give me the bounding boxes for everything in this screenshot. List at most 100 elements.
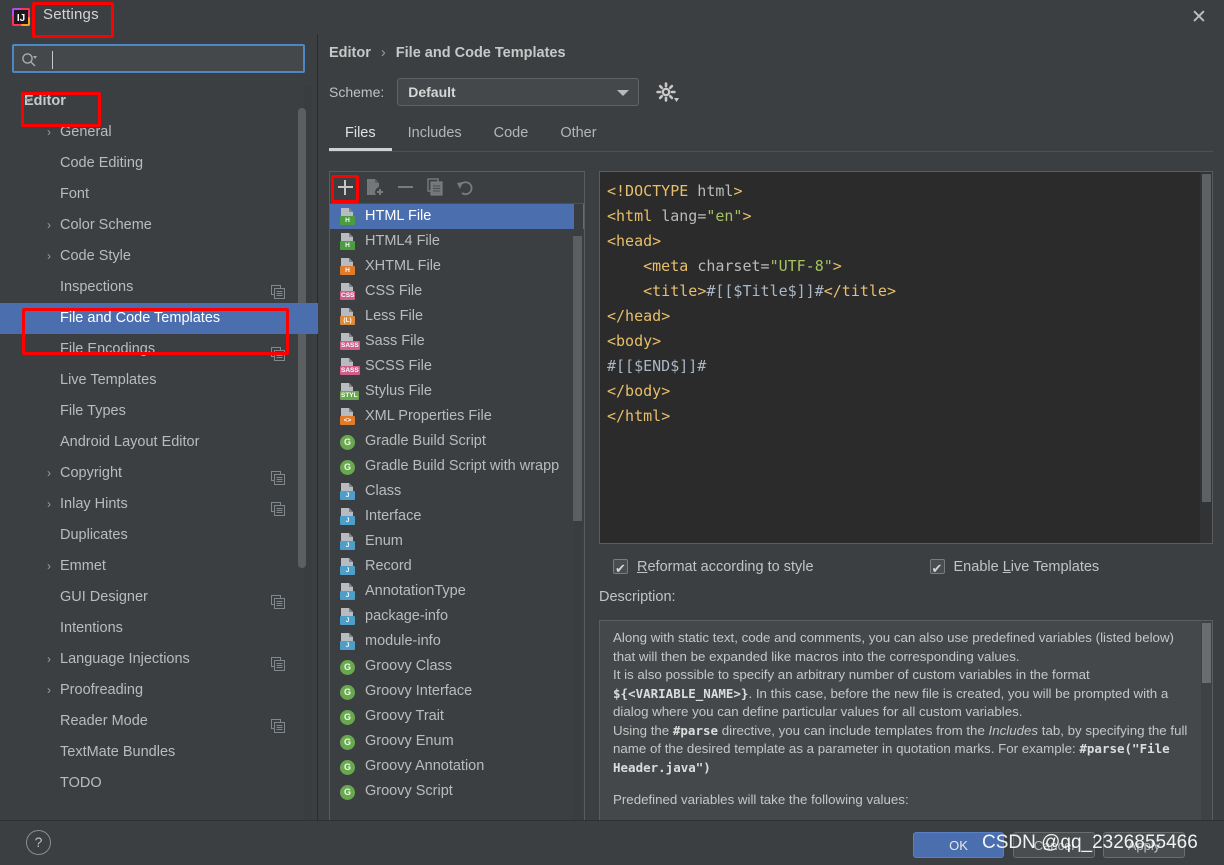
tab-includes[interactable]: Includes (392, 118, 478, 151)
template-list-item[interactable]: G Gradle Build Script with wrapp (330, 454, 584, 479)
template-list-item[interactable]: G Groovy Class (330, 654, 584, 679)
tab-code[interactable]: Code (478, 118, 545, 151)
copy-settings-icon[interactable] (271, 497, 285, 516)
template-list-scrollbar-thumb[interactable] (573, 236, 582, 521)
chevron-right-icon[interactable]: › (44, 489, 54, 520)
template-editor[interactable]: <!DOCTYPE html> <html lang="en"> <head> <m… (599, 171, 1213, 544)
sidebar-item-editor[interactable]: ⌄ Editor (0, 86, 318, 117)
chevron-right-icon[interactable]: › (44, 210, 54, 241)
template-list-item[interactable]: Jmodule-info (330, 629, 584, 654)
editor-scrollbar-thumb[interactable] (1202, 174, 1211, 502)
search-input[interactable] (12, 44, 305, 73)
chevron-down-icon[interactable]: ⌄ (22, 86, 35, 113)
cancel-button[interactable]: Cancel (1013, 832, 1095, 858)
template-list-item[interactable]: G Groovy Enum (330, 729, 584, 754)
tab-files[interactable]: Files (329, 118, 392, 151)
sidebar-item-duplicates[interactable]: Duplicates (0, 520, 318, 551)
settings-tabs[interactable]: Files Includes Code Other (329, 118, 1213, 152)
gear-icon[interactable] (654, 78, 680, 106)
template-list-item[interactable]: (L) Less File (330, 304, 584, 329)
help-icon[interactable]: ? (26, 830, 51, 855)
sidebar-item-language-injections[interactable]: › Language Injections (0, 644, 318, 675)
template-list-item[interactable]: CSS CSS File (330, 279, 584, 304)
file-type-badge: STYL (340, 391, 359, 400)
template-list-item[interactable]: J Enum (330, 529, 584, 554)
template-list-item-label: XHTML File (365, 258, 441, 274)
template-list-item[interactable]: J Record (330, 554, 584, 579)
sidebar-item-live-templates[interactable]: Live Templates (0, 365, 318, 396)
copy-settings-icon[interactable] (271, 652, 285, 671)
chevron-right-icon[interactable]: › (44, 117, 54, 148)
checkbox-box[interactable] (929, 557, 945, 581)
sidebar-item-copyright[interactable]: › Copyright (0, 458, 318, 489)
template-list-item[interactable]: SASS Sass File (330, 329, 584, 354)
copy-settings-icon[interactable] (271, 590, 285, 609)
circle-badge: G (340, 710, 355, 725)
breadcrumb-parent[interactable]: Editor (329, 45, 371, 61)
sidebar-item-font[interactable]: Font (0, 179, 318, 210)
copy-settings-icon[interactable] (271, 280, 285, 299)
sidebar-item-file-types[interactable]: File Types (0, 396, 318, 427)
template-list-item[interactable]: J AnnotationType (330, 579, 584, 604)
variables-intro: Predefined variables will take the follo… (613, 792, 909, 807)
template-list-item[interactable]: SASS SCSS File (330, 354, 584, 379)
sidebar-item-general[interactable]: › General (0, 117, 318, 148)
template-list-item[interactable]: G Groovy Script (330, 779, 584, 804)
editor-scrollbar-track[interactable] (1200, 172, 1212, 543)
sidebar-item-todo[interactable]: TODO (0, 768, 318, 799)
description-scrollbar-thumb[interactable] (1202, 623, 1211, 683)
sidebar-item-textmate-bundles[interactable]: TextMate Bundles (0, 737, 318, 768)
add-template-button[interactable] (330, 172, 360, 203)
scheme-dropdown[interactable]: Default (397, 78, 640, 106)
description-scrollbar-track[interactable] (1201, 621, 1212, 839)
sidebar-item-inspections[interactable]: Inspections (0, 272, 318, 303)
template-list-item[interactable]: G Groovy Trait (330, 704, 584, 729)
chevron-right-icon[interactable]: › (44, 675, 54, 706)
template-list-item[interactable]: <> XML Properties File (330, 404, 584, 429)
tab-other[interactable]: Other (544, 118, 612, 151)
settings-content: Editor › File and Code Templates Scheme:… (318, 34, 1224, 840)
sidebar-item-proofreading[interactable]: › Proofreading (0, 675, 318, 706)
checkbox-box[interactable] (613, 557, 628, 581)
settings-sidebar: ⌄ Editor › General Code Editing Font › Color Sc… (0, 34, 318, 820)
template-list-item[interactable]: STYL Stylus File (330, 379, 584, 404)
template-list-item[interactable]: Jpackage-info (330, 604, 584, 629)
sidebar-item-reader-mode[interactable]: Reader Mode (0, 706, 318, 737)
sidebar-item-code-style[interactable]: › Code Style (0, 241, 318, 272)
sidebar-item-color-scheme[interactable]: › Color Scheme (0, 210, 318, 241)
sidebar-item-android-layout-editor[interactable]: Android Layout Editor (0, 427, 318, 458)
checkbox-reformat-according-to-style[interactable]: Reformat according to style (613, 555, 814, 581)
template-list[interactable]: H HTML File H HTML4 File H XHTML File CSS CSS F… (330, 204, 584, 839)
template-list-item[interactable]: H HTML4 File (330, 229, 584, 254)
copy-settings-icon[interactable] (271, 342, 285, 361)
template-list-item[interactable]: J Class (330, 479, 584, 504)
copy-settings-icon[interactable] (271, 466, 285, 485)
copy-settings-icon[interactable] (271, 714, 285, 733)
sidebar-item-emmet[interactable]: › Emmet (0, 551, 318, 582)
apply-button[interactable]: Apply (1103, 832, 1185, 858)
template-list-item-label: Groovy Interface (365, 683, 473, 699)
template-list-item[interactable]: G Gradle Build Script (330, 429, 584, 454)
sidebar-item-gui-designer[interactable]: GUI Designer (0, 582, 318, 613)
template-source-code[interactable]: <!DOCTYPE html> <html lang="en"> <head> <m… (600, 179, 1194, 429)
close-icon[interactable]: ✕ (1186, 4, 1212, 30)
chevron-right-icon[interactable]: › (44, 241, 54, 272)
template-list-item[interactable]: G Groovy Interface (330, 679, 584, 704)
ok-button[interactable]: OK (913, 832, 1004, 858)
chevron-right-icon[interactable]: › (44, 458, 54, 489)
sidebar-item-file-and-code-templates[interactable]: File and Code Templates (0, 303, 318, 334)
sidebar-item-inlay-hints[interactable]: › Inlay Hints (0, 489, 318, 520)
checkbox-enable-live-templates[interactable]: Enable Live Templates (929, 555, 1099, 581)
template-list-item[interactable]: H XHTML File (330, 254, 584, 279)
chevron-right-icon[interactable]: › (44, 551, 54, 582)
template-list-scrollbar-track[interactable] (573, 204, 583, 839)
sidebar-item-intentions[interactable]: Intentions (0, 613, 318, 644)
template-list-item[interactable]: H HTML File (330, 204, 584, 229)
chevron-right-icon[interactable]: › (44, 644, 54, 675)
sidebar-item-code-editing[interactable]: Code Editing (0, 148, 318, 179)
template-list-item[interactable]: J Interface (330, 504, 584, 529)
description-paragraph-1: Along with static text, code and comment… (613, 629, 1199, 666)
template-list-item[interactable]: G Groovy Annotation (330, 754, 584, 779)
sidebar-item-file-encodings[interactable]: File Encodings (0, 334, 318, 365)
settings-tree[interactable]: ⌄ Editor › General Code Editing Font › Color Sc… (0, 86, 318, 820)
